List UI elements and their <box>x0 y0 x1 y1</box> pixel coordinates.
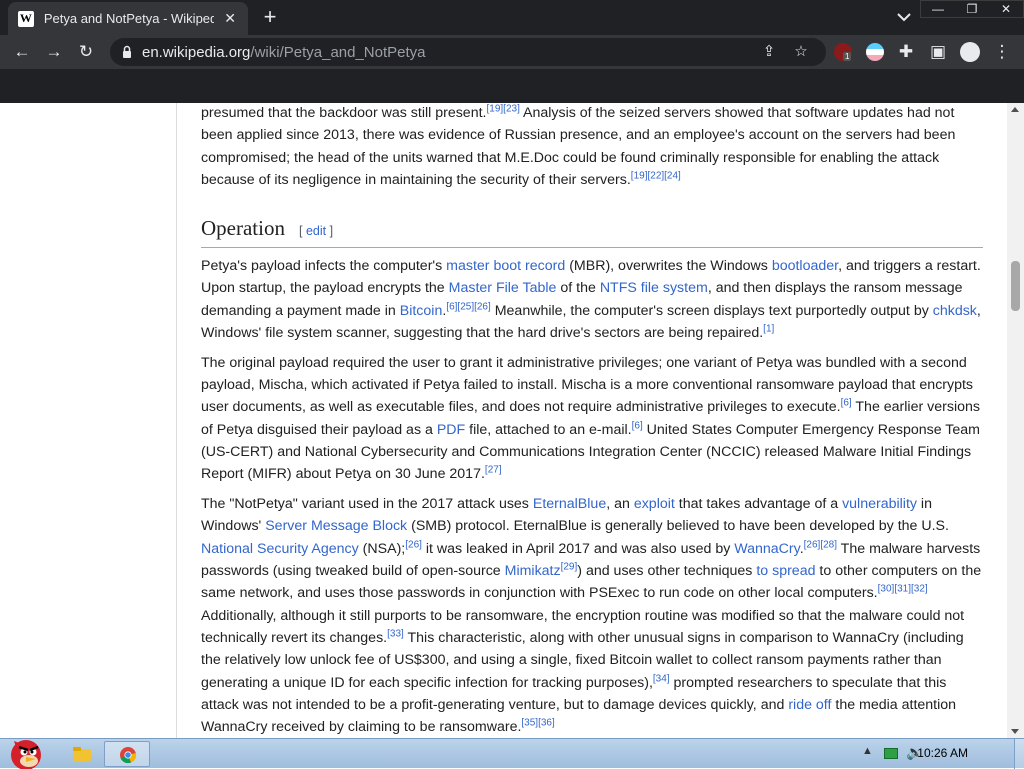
clock[interactable]: 10:26 AM <box>917 746 968 760</box>
link-nsa[interactable]: National Security Agency <box>201 541 359 557</box>
ref[interactable]: [30][31][32] <box>878 584 928 595</box>
text: (SMB) protocol. EternalBlue is generally… <box>407 518 949 535</box>
tab-close-icon[interactable]: ✕ <box>222 10 238 27</box>
tab-title: Petya and NotPetya - Wikipedia <box>43 11 215 26</box>
text: , an <box>606 496 634 513</box>
article-content: presumed that the backdoor was still pre… <box>201 103 983 738</box>
text: it was leaked in April 2017 and was also… <box>421 540 735 557</box>
lock-icon[interactable] <box>122 45 132 59</box>
paragraph-notpetya: The "NotPetya" variant used in the 2017 … <box>201 493 983 738</box>
ublock-extension-icon[interactable]: 1 <box>834 43 852 61</box>
text: that takes advantage of a <box>674 496 843 513</box>
link-bitcoin[interactable]: Bitcoin <box>400 303 443 319</box>
network-icon[interactable] <box>884 748 898 759</box>
edit-bracket-open: [ <box>298 224 306 239</box>
text: Meanwhile, the computer's screen display… <box>490 302 933 319</box>
ref[interactable]: [6] <box>841 398 852 409</box>
ref[interactable]: [35][36] <box>521 717 554 728</box>
bookmarks-bar <box>0 69 1024 103</box>
file-explorer-icon[interactable] <box>68 741 96 767</box>
minimize-button[interactable]: — <box>921 1 955 19</box>
paragraph-backdoor: presumed that the backdoor was still pre… <box>201 103 983 191</box>
chrome-taskbar-button[interactable] <box>104 741 150 767</box>
ref[interactable]: [26][28] <box>804 539 837 550</box>
section-heading-operation: Operation [ edit ] <box>201 215 983 249</box>
ref[interactable]: [34] <box>653 673 670 684</box>
link-ride-off[interactable]: ride off <box>788 697 831 713</box>
scroll-down-arrow-icon[interactable] <box>1011 729 1019 734</box>
paragraph-payload: Petya's payload infects the computer's m… <box>201 255 983 344</box>
ref[interactable]: [6] <box>632 420 643 431</box>
text: Petya's payload infects the computer's <box>201 258 447 275</box>
tab-search-chevron-icon[interactable] <box>894 9 914 25</box>
bookmark-star-icon[interactable]: ☆ <box>792 43 810 61</box>
browser-toolbar: ← → ↻ en.wikipedia.org/wiki/Petya_and_No… <box>0 35 1024 69</box>
link-ntfs[interactable]: NTFS file system <box>600 280 708 296</box>
close-window-button[interactable]: ✕ <box>989 1 1023 19</box>
wikipedia-favicon-icon: W <box>18 10 34 27</box>
text: (MBR), overwrites the Windows <box>565 258 772 275</box>
show-desktop-button[interactable] <box>1014 739 1024 769</box>
profile-avatar-icon[interactable] <box>960 42 980 62</box>
link-master-boot-record[interactable]: master boot record <box>446 258 565 274</box>
edit-section-link: [ edit ] <box>299 224 333 238</box>
address-bar[interactable]: en.wikipedia.org/wiki/Petya_and_NotPetya… <box>110 38 826 66</box>
url-text[interactable]: en.wikipedia.org/wiki/Petya_and_NotPetya <box>142 44 426 61</box>
reload-icon[interactable]: ↻ <box>76 42 96 62</box>
scroll-up-arrow-icon[interactable] <box>1011 107 1019 112</box>
restore-button[interactable]: ❐ <box>955 1 989 19</box>
tab-strip: W Petya and NotPetya - Wikipedia ✕ + — ❐… <box>0 0 1024 35</box>
link-server-message-block[interactable]: Server Message Block <box>265 518 407 534</box>
sidebar-divider <box>176 103 177 738</box>
web-page: presumed that the backdoor was still pre… <box>0 103 1024 738</box>
ref[interactable]: [19][23] <box>486 103 519 114</box>
kebab-menu-icon[interactable]: ⋮ <box>992 42 1012 62</box>
link-bootloader[interactable]: bootloader <box>772 258 838 274</box>
link-master-file-table[interactable]: Master File Table <box>449 280 557 296</box>
ref[interactable]: [26] <box>405 539 422 550</box>
extension-badge: 1 <box>843 52 852 61</box>
link-wannacry[interactable]: WannaCry <box>734 541 799 557</box>
page-scrollbar[interactable] <box>1007 103 1024 738</box>
link-eternalblue[interactable]: EternalBlue <box>533 496 606 512</box>
ref[interactable]: [19][22][24] <box>631 170 681 181</box>
heading-text: Operation <box>201 216 285 241</box>
ref[interactable]: [27] <box>485 465 502 476</box>
flag-extension-icon[interactable] <box>866 43 884 61</box>
window-controls: — ❐ ✕ <box>920 0 1024 18</box>
ref[interactable]: [1] <box>763 323 774 334</box>
text: presumed that the backdoor was still pre… <box>201 105 487 121</box>
link-to-spread[interactable]: to spread <box>756 563 815 579</box>
extensions-puzzle-icon[interactable]: ✚ <box>896 42 916 62</box>
chrome-icon <box>120 747 137 764</box>
share-icon[interactable]: ⇪ <box>760 43 778 61</box>
edit-bracket-close: ] <box>326 224 334 239</box>
link-vulnerability[interactable]: vulnerability <box>842 496 917 512</box>
back-arrow-icon[interactable]: ← <box>12 42 32 62</box>
scrollbar-thumb[interactable] <box>1011 261 1020 311</box>
start-button-angry-bird-icon[interactable] <box>2 731 50 769</box>
ref[interactable]: [6][25][26] <box>446 301 490 312</box>
ref[interactable]: [29] <box>561 561 578 572</box>
new-tab-button[interactable]: + <box>258 6 282 30</box>
browser-tab[interactable]: W Petya and NotPetya - Wikipedia ✕ <box>8 2 248 35</box>
paragraph-original-payload: The original payload required the user t… <box>201 352 983 486</box>
text: of the <box>556 280 600 297</box>
text: file, attached to an e-mail. <box>465 421 632 438</box>
text: (NSA); <box>358 540 406 557</box>
tray-expand-icon[interactable]: ▲ <box>862 745 873 757</box>
side-panel-icon[interactable]: ▣ <box>928 42 948 62</box>
link-chkdsk[interactable]: chkdsk <box>933 303 977 319</box>
edit-link[interactable]: edit <box>306 224 326 238</box>
ref[interactable]: [33] <box>387 628 404 639</box>
text: ) and uses other techniques <box>577 563 757 580</box>
text: The "NotPetya" variant used in the 2017 … <box>201 496 533 513</box>
link-exploit[interactable]: exploit <box>634 496 675 512</box>
link-mimikatz[interactable]: Mimikatz <box>505 563 561 579</box>
forward-arrow-icon[interactable]: → <box>44 42 64 62</box>
os-taskbar: ▲ 🔈 10:26 AM <box>0 738 1024 769</box>
link-pdf[interactable]: PDF <box>437 422 465 438</box>
